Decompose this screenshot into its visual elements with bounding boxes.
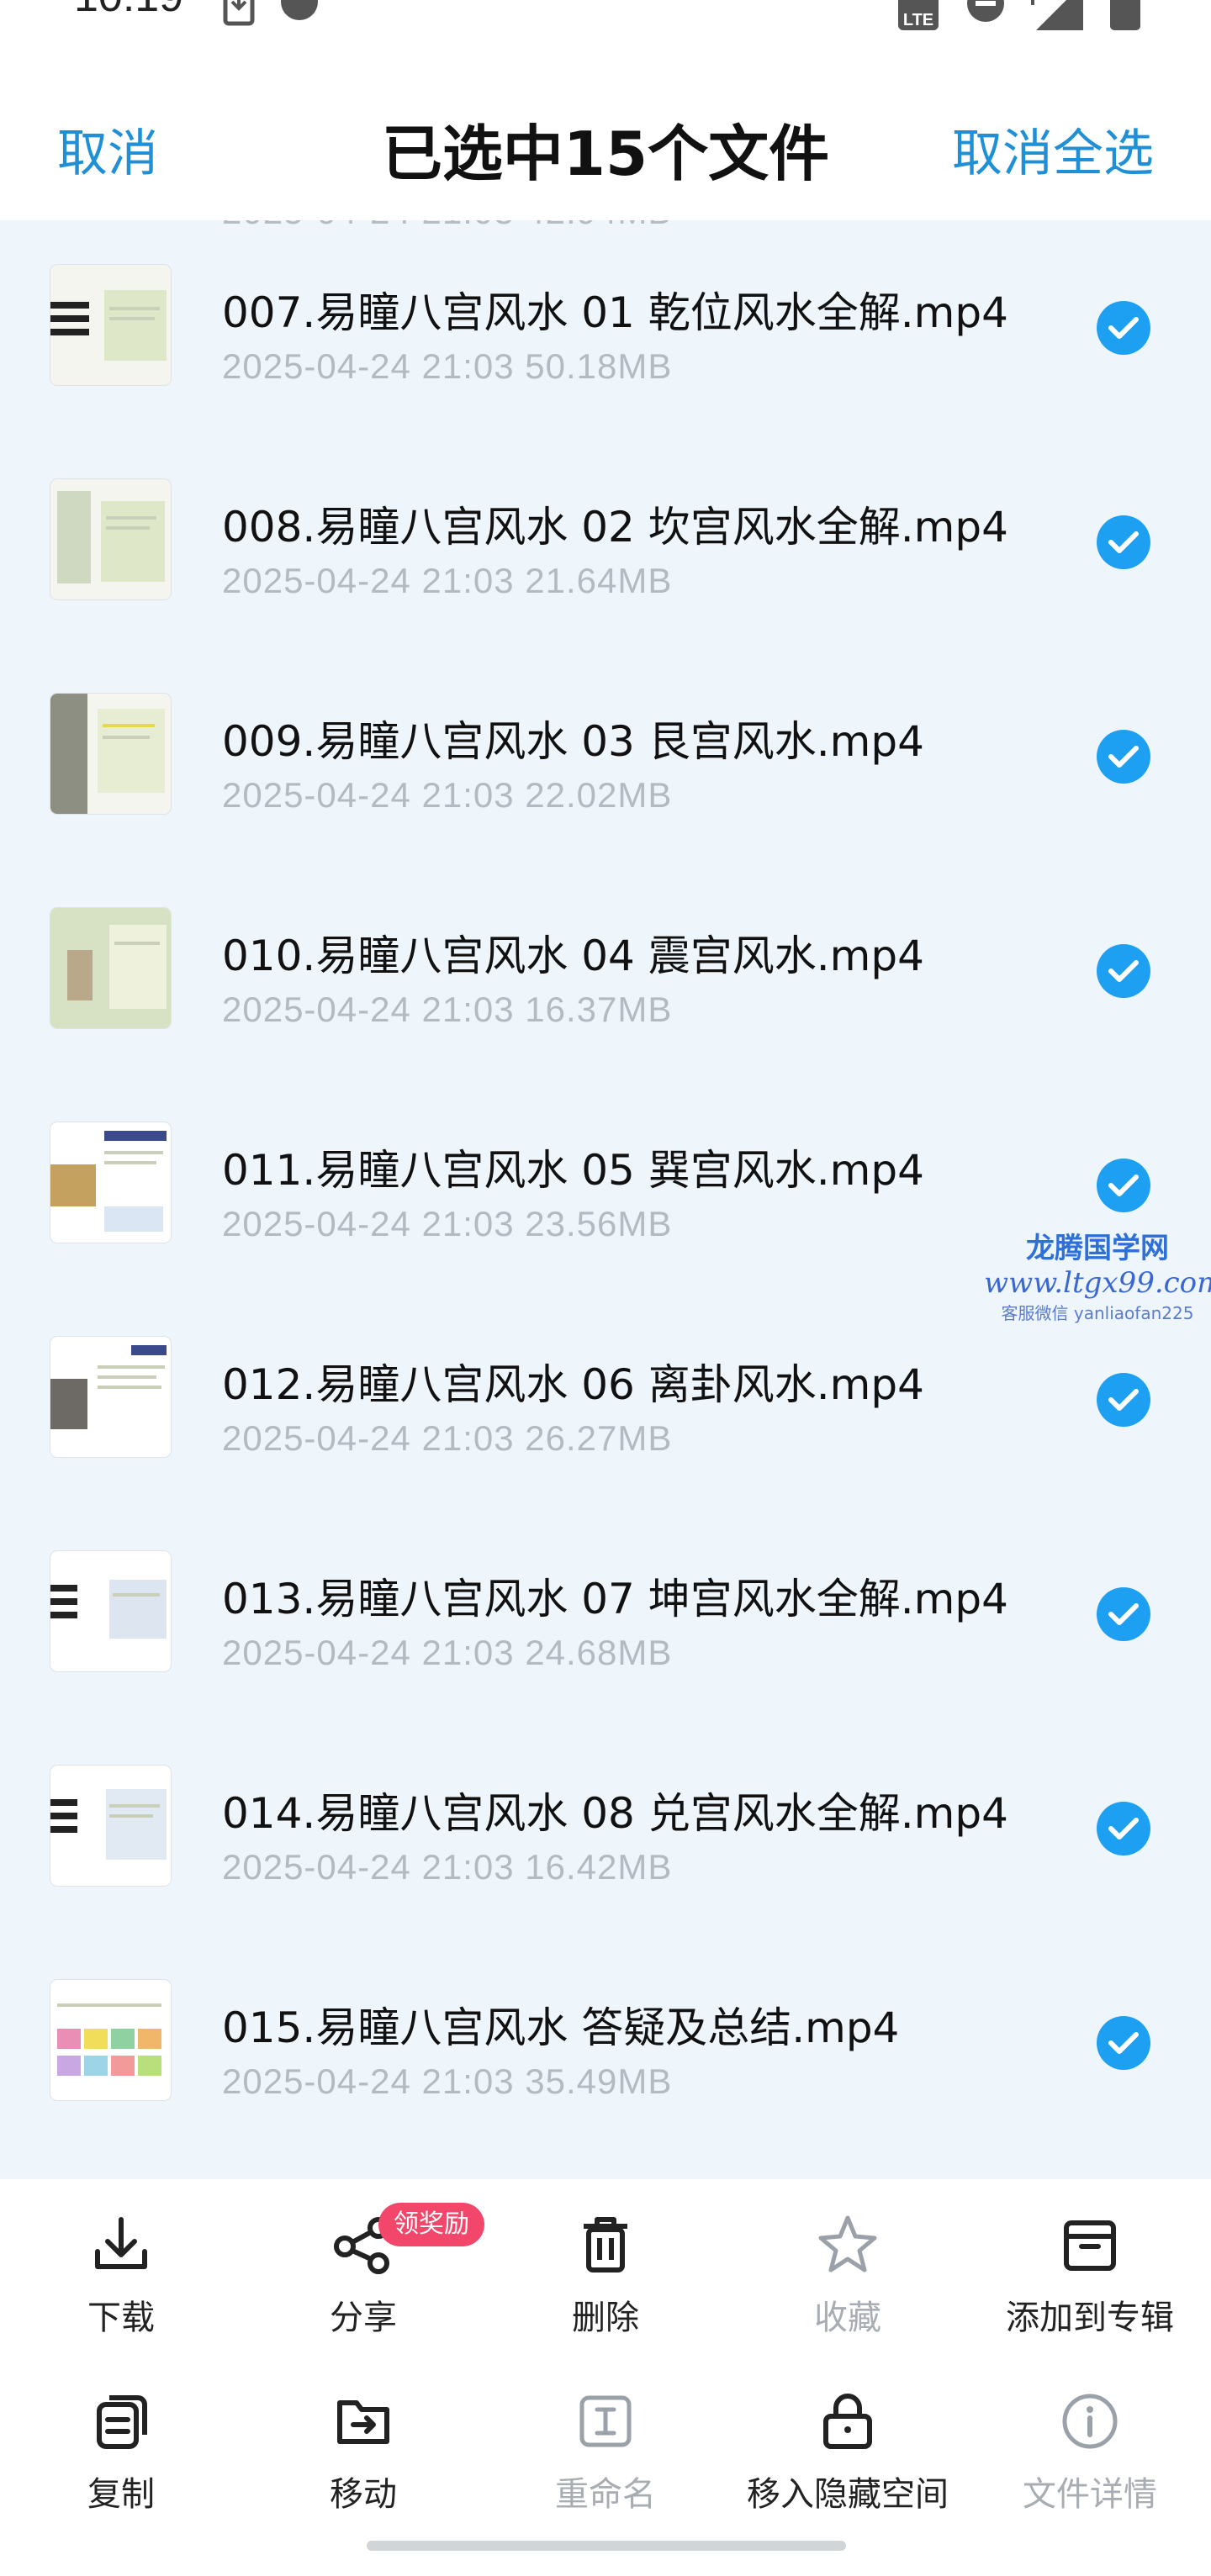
- info-icon: [1056, 2388, 1124, 2455]
- favorite-button[interactable]: 收藏: [727, 2179, 969, 2347]
- download-label: 下载: [87, 2299, 155, 2337]
- video-thumbnail: [50, 1551, 171, 1671]
- file-list[interactable]: 2025-04-24 21:03 42.94MB 007.易瞳八宫风水 01 乾…: [0, 220, 1211, 2179]
- file-name: 015.易瞳八宫风水 答疑及总结.mp4: [222, 2003, 900, 2052]
- share-label: 分享: [330, 2299, 397, 2337]
- file-meta: 2025-04-24 21:03 22.02MB: [222, 775, 673, 815]
- file-row[interactable]: 013.易瞳八宫风水 07 坤宫风水全解.mp4 2025-04-24 21:0…: [0, 1507, 1211, 1721]
- file-meta: 2025-04-24 21:03 23.56MB: [222, 1204, 673, 1243]
- video-thumbnail: [50, 265, 171, 385]
- dnd-icon: [965, 0, 1004, 27]
- file-name: 013.易瞳八宫风水 07 坤宫风水全解.mp4: [222, 1575, 1008, 1623]
- favorite-label: 收藏: [814, 2299, 881, 2337]
- selected-checkbox[interactable]: [1097, 1802, 1150, 1855]
- deselect-all-button[interactable]: 取消全选: [952, 113, 1154, 186]
- file-meta: 2025-04-24 21:03 21.64MB: [222, 561, 673, 600]
- video-thumbnail: [50, 694, 171, 814]
- reward-badge[interactable]: 领奖励: [378, 2203, 484, 2246]
- video-thumbnail: [50, 479, 171, 599]
- download-button[interactable]: 下载: [0, 2179, 242, 2347]
- copy-label: 复制: [87, 2475, 155, 2514]
- signal-icon: [1024, 0, 1085, 30]
- battery-icon: [1108, 0, 1142, 30]
- file-name: 008.易瞳八宫风水 02 坎宫风水全解.mp4: [222, 503, 1008, 552]
- volte-icon: LTE: [898, 0, 939, 30]
- file-row[interactable]: 015.易瞳八宫风水 答疑及总结.mp4 2025-04-24 21:03 35…: [0, 1935, 1211, 2150]
- file-name: 014.易瞳八宫风水 08 兑宫风水全解.mp4: [222, 1789, 1008, 1838]
- video-thumbnail: [50, 1122, 171, 1243]
- file-meta: 2025-04-24 21:03 26.27MB: [222, 1418, 673, 1458]
- move-to-hidden-label: 移入隐藏空间: [747, 2475, 949, 2514]
- move-icon: [330, 2388, 397, 2455]
- file-name: 011.易瞳八宫风水 05 巽宫风水.mp4: [222, 1146, 924, 1195]
- selected-checkbox[interactable]: [1097, 2016, 1150, 2070]
- file-row[interactable]: 010.易瞳八宫风水 04 震宫风水.mp4 2025-04-24 21:03 …: [0, 863, 1211, 1078]
- selection-header: 取消 已选中15个文件 取消全选: [0, 34, 1211, 220]
- selected-checkbox[interactable]: [1097, 1587, 1150, 1641]
- video-thumbnail: [50, 1980, 171, 2100]
- selected-checkbox[interactable]: [1097, 730, 1150, 784]
- copy-button[interactable]: 复制: [0, 2356, 242, 2524]
- rename-icon: [572, 2388, 639, 2455]
- move-button[interactable]: 移动: [242, 2356, 484, 2524]
- svg-text:LTE: LTE: [903, 11, 933, 29]
- file-row[interactable]: 011.易瞳八宫风水 05 巽宫风水.mp4 2025-04-24 21:03 …: [0, 1078, 1211, 1292]
- file-name: 010.易瞳八宫风水 04 震宫风水.mp4: [222, 932, 924, 980]
- selected-checkbox[interactable]: [1097, 515, 1150, 569]
- status-time: 10:19: [74, 0, 183, 22]
- selected-checkbox[interactable]: [1097, 1159, 1150, 1212]
- copy-icon: [87, 2388, 155, 2455]
- file-row[interactable]: 007.易瞳八宫风水 01 乾位风水全解.mp4 2025-04-24 21:0…: [0, 220, 1211, 435]
- download-icon: [87, 2211, 155, 2278]
- video-thumbnail: [50, 1766, 171, 1886]
- file-row[interactable]: 009.易瞳八宫风水 03 艮宫风水.mp4 2025-04-24 21:03 …: [0, 649, 1211, 863]
- file-meta: 2025-04-24 21:03 16.37MB: [222, 990, 673, 1029]
- action-toolbar: 下载 分享 领奖励 删除 收藏 添加到专辑 复制 移动 重命名 移入隐藏空间 文…: [0, 2179, 1211, 2576]
- file-row[interactable]: 012.易瞳八宫风水 06 离卦风水.mp4 2025-04-24 21:03 …: [0, 1292, 1211, 1507]
- add-to-album-button[interactable]: 添加到专辑: [969, 2179, 1211, 2347]
- video-thumbnail: [50, 908, 171, 1028]
- rename-label: 重命名: [555, 2475, 656, 2514]
- file-meta: 2025-04-24 21:03 16.42MB: [222, 1847, 673, 1887]
- file-name: 009.易瞳八宫风水 03 艮宫风水.mp4: [222, 717, 924, 766]
- lock-icon: [814, 2388, 881, 2455]
- delete-button[interactable]: 删除: [484, 2179, 727, 2347]
- status-bar: 10:19 LTE: [0, 0, 1211, 34]
- circle-icon: [278, 0, 318, 27]
- file-row[interactable]: 014.易瞳八宫风水 08 兑宫风水全解.mp4 2025-04-24 21:0…: [0, 1721, 1211, 1935]
- video-thumbnail: [50, 1337, 171, 1457]
- file-meta: 2025-04-24 21:03 35.49MB: [222, 2061, 673, 2101]
- rename-button[interactable]: 重命名: [484, 2356, 727, 2524]
- album-icon: [1056, 2211, 1124, 2278]
- file-name: 007.易瞳八宫风水 01 乾位风水全解.mp4: [222, 288, 1008, 337]
- file-meta: 2025-04-24 21:03 50.18MB: [222, 346, 673, 386]
- delete-label: 删除: [572, 2299, 639, 2337]
- file-name: 012.易瞳八宫风水 06 离卦风水.mp4: [222, 1360, 924, 1409]
- trash-icon: [572, 2211, 639, 2278]
- move-label: 移动: [330, 2475, 397, 2514]
- star-icon: [814, 2211, 881, 2278]
- home-indicator[interactable]: [367, 2541, 846, 2551]
- add-to-album-label: 添加到专辑: [1006, 2299, 1174, 2337]
- selected-checkbox[interactable]: [1097, 301, 1150, 355]
- download-icon: [220, 0, 257, 27]
- file-details-label: 文件详情: [1023, 2475, 1157, 2514]
- selected-checkbox[interactable]: [1097, 1373, 1150, 1427]
- file-row[interactable]: 008.易瞳八宫风水 02 坎宫风水全解.mp4 2025-04-24 21:0…: [0, 435, 1211, 649]
- selected-checkbox[interactable]: [1097, 944, 1150, 998]
- file-details-button[interactable]: 文件详情: [969, 2356, 1211, 2524]
- move-to-hidden-button[interactable]: 移入隐藏空间: [727, 2356, 969, 2524]
- file-meta: 2025-04-24 21:03 24.68MB: [222, 1633, 673, 1672]
